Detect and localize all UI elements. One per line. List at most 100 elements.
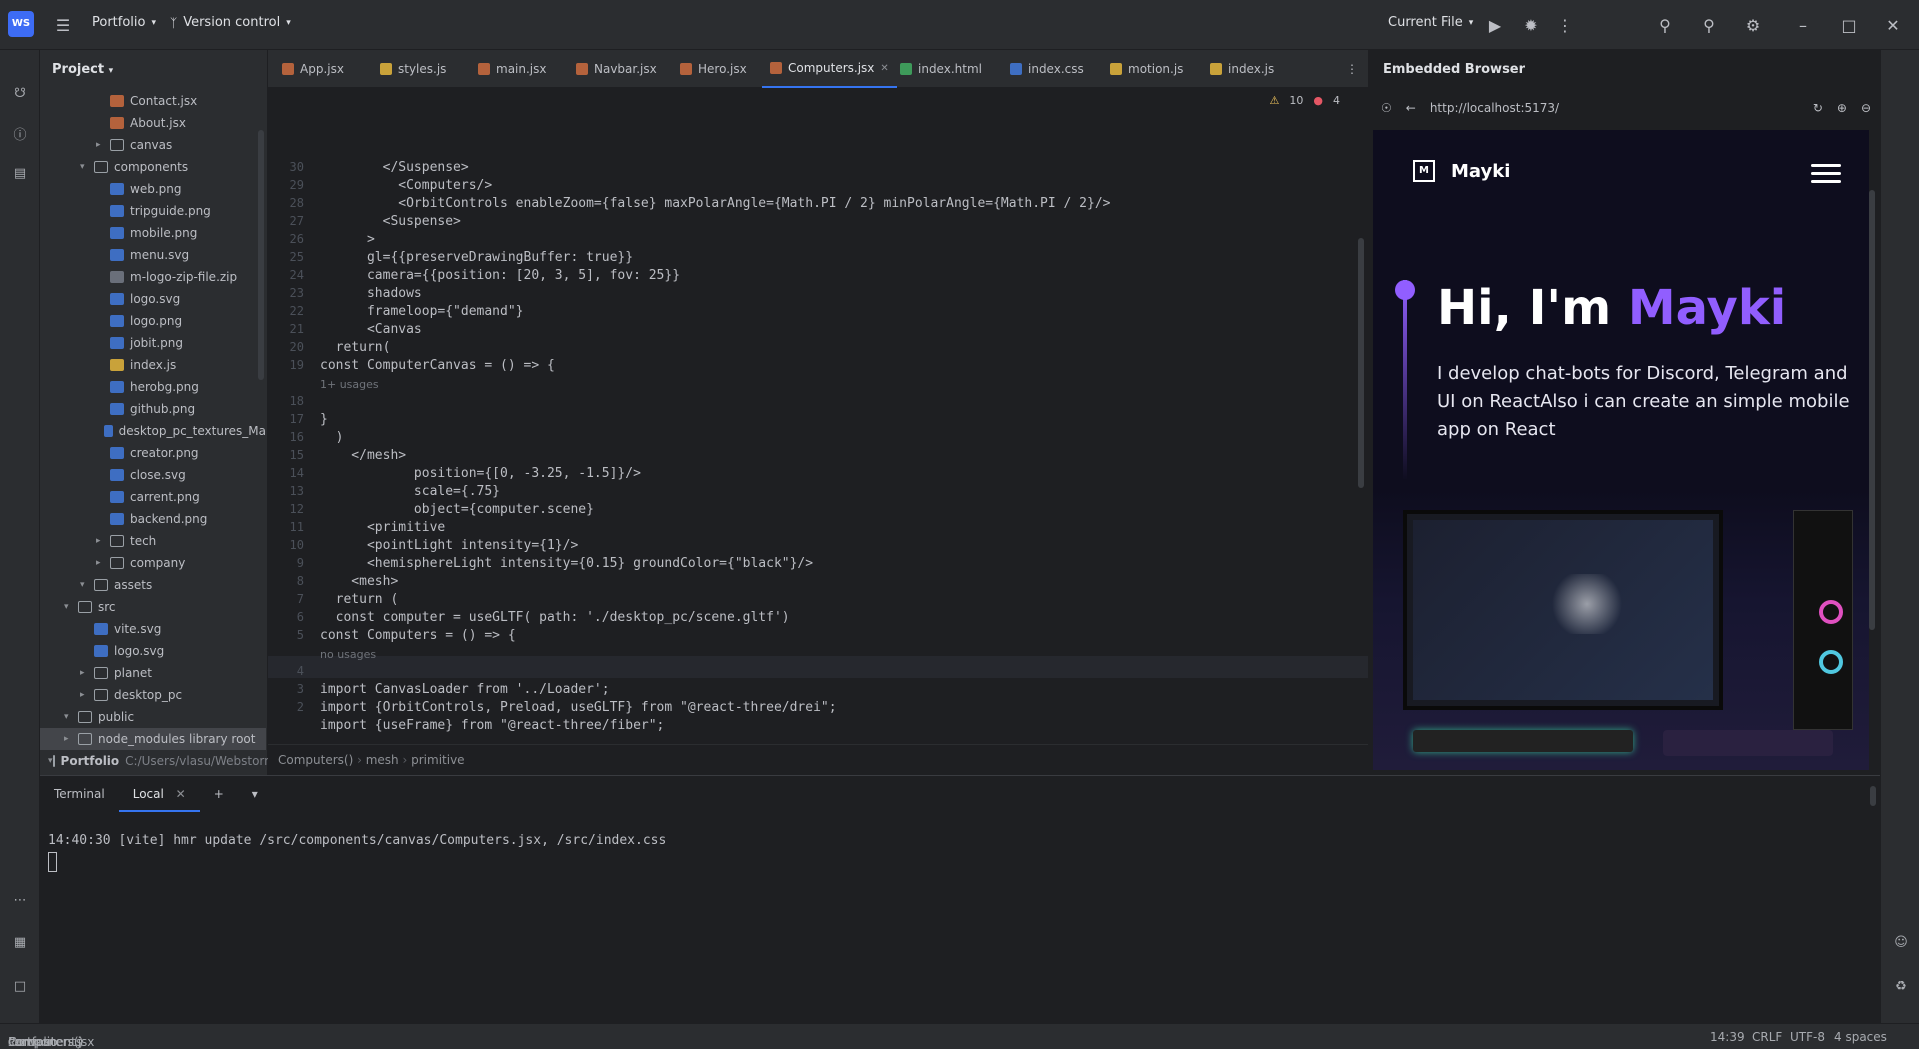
tab-local[interactable]: Local ✕ xyxy=(118,776,200,812)
terminal-icon[interactable]: ▤ xyxy=(8,161,32,185)
project-switcher[interactable]: Portfolio ▾ xyxy=(92,15,156,30)
maximize-icon[interactable]: □ xyxy=(1836,12,1862,38)
editor-tab[interactable]: index.html xyxy=(892,50,990,88)
website-viewport[interactable]: M Mayki Hi, I'm Mayki I develop chat-bot… xyxy=(1373,130,1869,770)
code-line[interactable]: <pointLight intensity={1}/> xyxy=(320,538,578,553)
code-line[interactable]: scale={.75} xyxy=(320,484,500,499)
editor-scrollbar[interactable] xyxy=(1358,238,1364,488)
back-icon[interactable]: ← xyxy=(1406,101,1416,115)
tree-item[interactable]: ▸ planet xyxy=(40,662,266,684)
code-line[interactable]: return( xyxy=(320,340,391,355)
debug-icon[interactable]: ✹ xyxy=(1518,12,1544,38)
line-separator[interactable]: CRLF xyxy=(1752,1030,1782,1044)
tree-item[interactable]: ▸ node_modules library root xyxy=(40,728,266,750)
code-line[interactable]: </Suspense> xyxy=(320,160,469,175)
crumb-mesh[interactable]: mesh xyxy=(366,753,399,767)
more-tabs-icon[interactable]: ⋮ xyxy=(1338,50,1366,88)
crumb-function[interactable]: Computers() xyxy=(8,1035,83,1049)
chevron-down-icon[interactable]: ▾ xyxy=(64,602,78,612)
minimize-icon[interactable]: – xyxy=(1790,12,1816,38)
code-line[interactable]: <Canvas xyxy=(320,322,422,337)
problems-icon[interactable]: ⓘ xyxy=(8,121,32,145)
project-scrollbar[interactable] xyxy=(258,130,264,380)
usage-hint[interactable]: no usages xyxy=(320,648,376,661)
code-line[interactable]: <OrbitControls enableZoom={false} maxPol… xyxy=(320,196,1110,211)
tree-item[interactable]: tripguide.png xyxy=(40,200,266,222)
terminal-options-icon[interactable]: ▾ xyxy=(238,776,272,812)
caret-position[interactable]: 14:39 xyxy=(1710,1030,1745,1044)
code-line[interactable]: const computer = useGLTF( path: './deskt… xyxy=(320,610,790,625)
code-line[interactable]: frameloop={"demand"} xyxy=(320,304,524,319)
code-line[interactable]: ) xyxy=(320,430,344,445)
tree-item[interactable]: logo.svg xyxy=(40,288,266,310)
file-encoding[interactable]: UTF-8 xyxy=(1790,1030,1825,1044)
crumb-function[interactable]: Computers() xyxy=(278,753,353,767)
run-config-selector[interactable]: Current File ▾ xyxy=(1388,15,1473,30)
code-line[interactable]: <hemisphereLight intensity={0.15} ground… xyxy=(320,556,813,571)
code-line[interactable]: <Computers/> xyxy=(320,178,492,193)
code-line[interactable]: </mesh> xyxy=(320,448,406,463)
project-tool-icon[interactable]: □ xyxy=(8,974,32,998)
zoom-out-icon[interactable]: ⊖ xyxy=(1861,101,1871,115)
tree-item[interactable]: ▾ public xyxy=(40,706,266,728)
code-line[interactable]: import {OrbitControls, Preload, useGLTF}… xyxy=(320,700,837,715)
close-icon[interactable]: ✕ xyxy=(1880,12,1906,38)
code-line[interactable]: object={computer.scene} xyxy=(320,502,594,517)
code-line[interactable]: <primitive xyxy=(320,520,445,535)
browser-scrollbar[interactable] xyxy=(1869,190,1875,630)
code-line[interactable]: gl={{preserveDrawingBuffer: true}} xyxy=(320,250,633,265)
tree-item[interactable]: creator.png xyxy=(40,442,266,464)
terminal-scrollbar[interactable] xyxy=(1870,786,1876,806)
git-icon[interactable]: ☋ xyxy=(8,81,32,105)
tree-item[interactable]: ▸ desktop_pc xyxy=(40,684,266,706)
search-icon[interactable]: ⚲ xyxy=(1696,12,1722,38)
tree-item[interactable]: herobg.png xyxy=(40,376,266,398)
tree-item[interactable]: carrent.png xyxy=(40,486,266,508)
zoom-in-icon[interactable]: ⊕ xyxy=(1837,101,1847,115)
code-line[interactable]: import CanvasLoader from '../Loader'; xyxy=(320,682,610,697)
crumb-primitive[interactable]: primitive xyxy=(411,753,464,767)
tree-item[interactable]: menu.svg xyxy=(40,244,266,266)
vcs-widget[interactable]: ᛉ Version control ▾ xyxy=(170,15,291,30)
tree-item[interactable]: jobit.png xyxy=(40,332,266,354)
editor-tab[interactable]: styles.js xyxy=(372,50,454,88)
editor-tab[interactable]: index.css xyxy=(1002,50,1092,88)
code-line[interactable]: const ComputerCanvas = () => { xyxy=(320,358,555,373)
site-brand[interactable]: M Mayki xyxy=(1413,160,1510,182)
notifications-icon[interactable]: ♻ xyxy=(1889,974,1913,998)
chevron-right-icon[interactable]: ▸ xyxy=(96,140,110,150)
close-tab-icon[interactable]: ✕ xyxy=(880,63,888,74)
hamburger-menu-icon[interactable] xyxy=(1811,164,1841,183)
code-with-me-icon[interactable]: ⚲ xyxy=(1652,12,1678,38)
chevron-right-icon[interactable]: ▸ xyxy=(80,668,94,678)
chevron-down-icon[interactable]: ▾ xyxy=(64,712,78,722)
tree-item[interactable]: vite.svg xyxy=(40,618,266,640)
editor-tab[interactable]: Hero.jsx xyxy=(672,50,755,88)
code-line[interactable]: const Computers = () => { xyxy=(320,628,516,643)
project-panel-title[interactable]: Project ▾ xyxy=(52,62,113,77)
inspection-widget[interactable]: ⚠ 10 ● 4 xyxy=(1270,94,1340,107)
run-icon[interactable]: ▶ xyxy=(1482,12,1508,38)
chevron-down-icon[interactable]: ▾ xyxy=(48,756,53,766)
tree-item[interactable]: mobile.png xyxy=(40,222,266,244)
tree-item[interactable]: About.jsx xyxy=(40,112,266,134)
indent-setting[interactable]: 4 spaces xyxy=(1834,1030,1887,1044)
ai-assistant-icon[interactable]: ☺ xyxy=(1889,930,1913,954)
tree-item[interactable]: github.png xyxy=(40,398,266,420)
code-line[interactable]: > xyxy=(320,232,375,247)
tree-item[interactable]: ▾ components xyxy=(40,156,266,178)
more-tools-icon[interactable]: ⋯ xyxy=(8,888,32,912)
tree-item[interactable]: close.svg xyxy=(40,464,266,486)
chevron-down-icon[interactable]: ▾ xyxy=(80,580,94,590)
tree-item[interactable]: ▾ Portfolio C:/Users/vlasu/Webstorm xyxy=(40,750,276,772)
chevron-down-icon[interactable]: ▾ xyxy=(80,162,94,172)
add-terminal-icon[interactable]: + xyxy=(200,776,238,812)
tree-item[interactable]: logo.png xyxy=(40,310,266,332)
code-line[interactable]: position={[0, -3.25, -1.5]}/> xyxy=(320,466,641,481)
chevron-right-icon[interactable]: ▸ xyxy=(80,690,94,700)
code-line[interactable]: <mesh> xyxy=(320,574,398,589)
editor-tab[interactable]: main.jsx xyxy=(470,50,554,88)
terminal-cursor[interactable] xyxy=(48,852,57,872)
tree-item[interactable]: index.js xyxy=(40,354,266,376)
more-actions-icon[interactable]: ⋮ xyxy=(1552,12,1578,38)
